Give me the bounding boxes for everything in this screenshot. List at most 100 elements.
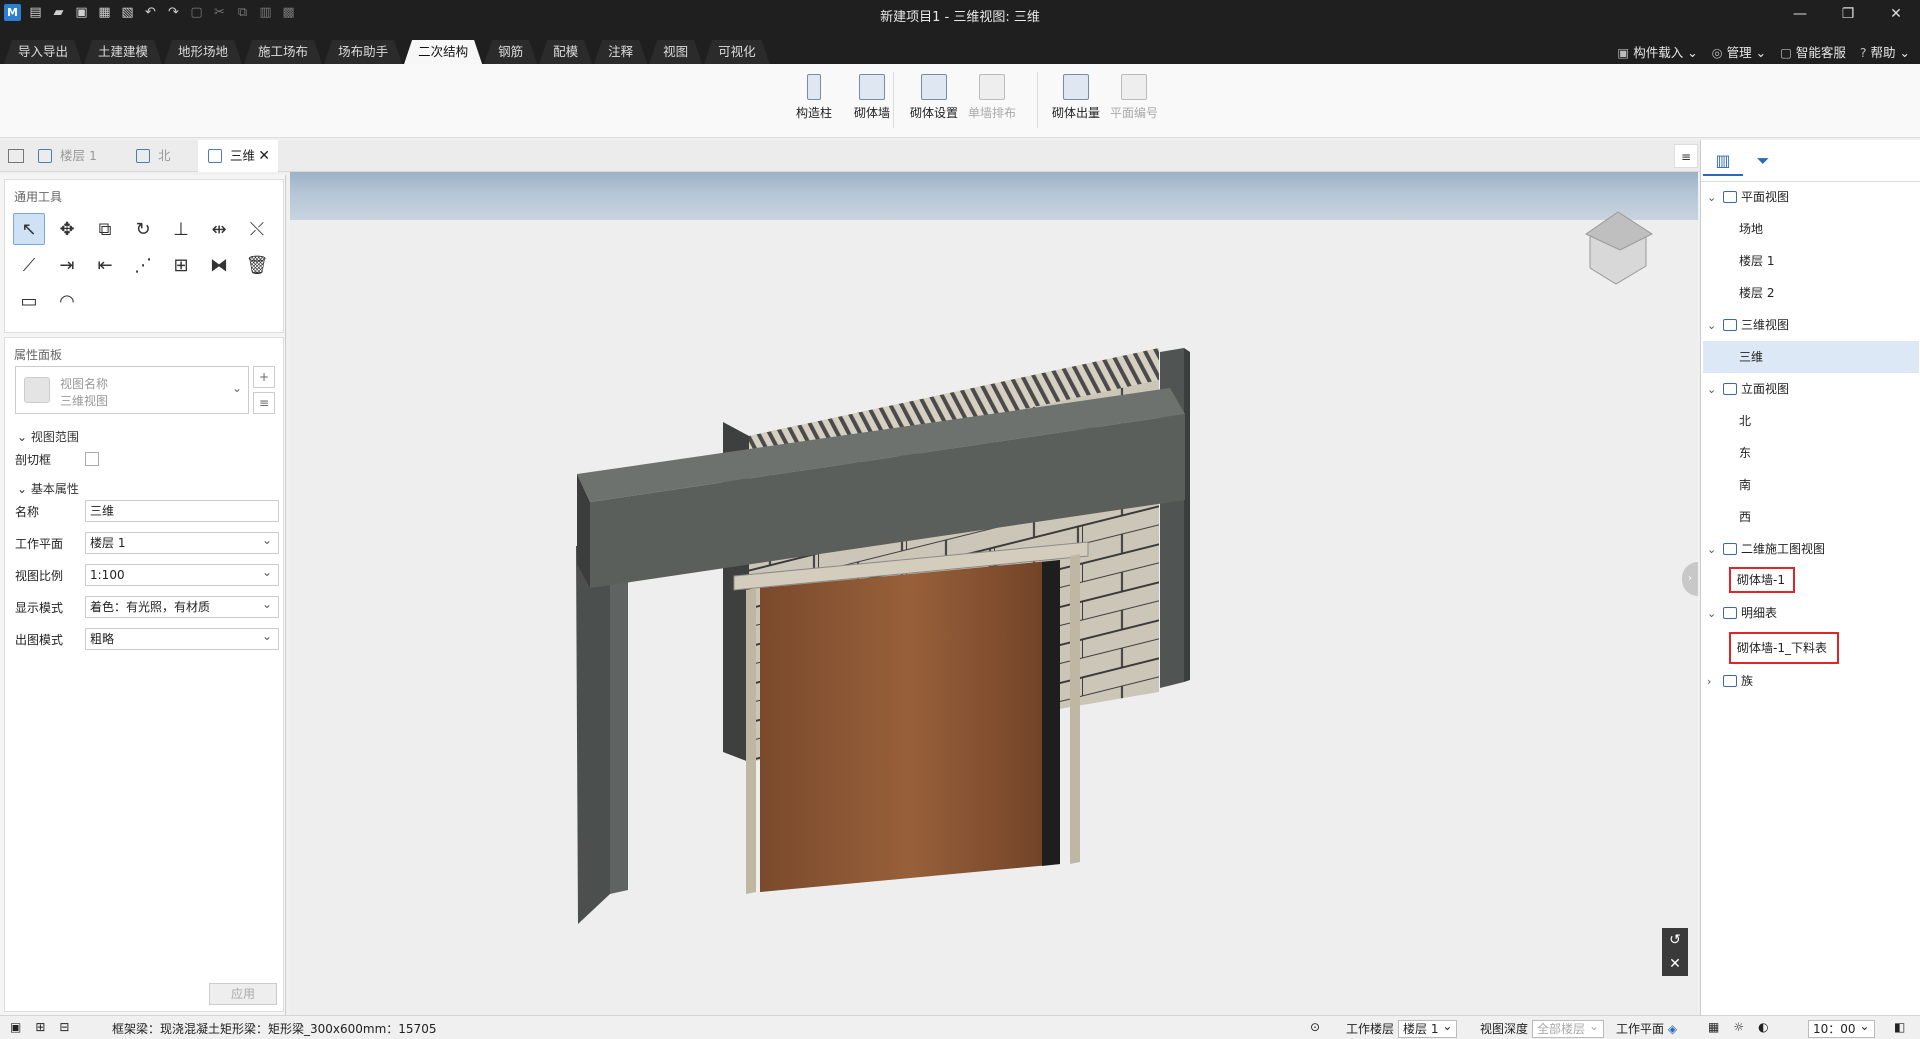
tree-families[interactable]: › 族 bbox=[1707, 668, 1753, 694]
plan-numbering-button[interactable]: 平面编号 bbox=[1110, 74, 1158, 121]
restore-panel-icon[interactable] bbox=[8, 149, 24, 163]
tab-layout-assistant[interactable]: 场布助手 bbox=[324, 40, 402, 64]
tree-item-floor1[interactable]: 楼层 1 bbox=[1739, 248, 1774, 274]
single-wall-layout-button[interactable]: 单墙排布 bbox=[968, 74, 1016, 121]
export-icon[interactable]: ▧ bbox=[119, 4, 136, 21]
tree-item-south[interactable]: 南 bbox=[1739, 472, 1751, 498]
output-mode-select[interactable]: 粗略 bbox=[85, 626, 279, 650]
split-icon[interactable]: ⇹ bbox=[203, 213, 235, 245]
group-basic-properties[interactable]: ⌄ 基本属性 bbox=[17, 480, 79, 497]
cut-icon[interactable]: ✂ bbox=[211, 4, 228, 21]
tab-secondary-structure[interactable]: 二次结构 bbox=[404, 40, 482, 64]
name-field[interactable]: 三维 bbox=[85, 500, 279, 522]
service-menu[interactable]: ▢ 智能客服 bbox=[1780, 42, 1846, 61]
rotate-icon[interactable]: ↻ bbox=[127, 213, 159, 245]
group-view-range[interactable]: ⌄ 视图范围 bbox=[17, 428, 79, 445]
masonry-settings-button[interactable]: 砌体设置 bbox=[910, 74, 958, 121]
tree-item-cutting-list[interactable]: 砌体墙-1_下料表 bbox=[1729, 632, 1839, 664]
masonry-quantity-button[interactable]: 砌体出量 bbox=[1052, 74, 1100, 121]
display-mode-select[interactable]: 着色：有光照，有材质 bbox=[85, 594, 279, 618]
time-select[interactable]: 10：00 bbox=[1808, 1018, 1875, 1038]
add-view-button[interactable]: + bbox=[253, 366, 275, 388]
tab-list-menu-icon[interactable]: ≡ bbox=[1674, 144, 1698, 168]
tab-import-export[interactable]: 导入导出 bbox=[4, 40, 82, 64]
tree-schedules[interactable]: ⌄ 明细表 bbox=[1707, 600, 1777, 626]
tree-item-west[interactable]: 西 bbox=[1739, 504, 1751, 530]
array-icon[interactable]: ⋰ bbox=[127, 249, 159, 281]
redo-icon[interactable]: ↷ bbox=[165, 4, 182, 21]
open-folder-icon[interactable]: ▰ bbox=[50, 4, 67, 21]
tree-elevation-views[interactable]: ⌄ 立面视图 bbox=[1707, 376, 1789, 402]
close-view-tools-icon[interactable]: ✕ bbox=[1662, 952, 1688, 976]
tree-plan-views[interactable]: ⌄ 平面视图 bbox=[1707, 184, 1789, 210]
paste-icon[interactable]: ▥ bbox=[257, 4, 274, 21]
view-settings-button[interactable]: ≡ bbox=[253, 392, 275, 414]
wall-model[interactable] bbox=[290, 172, 1698, 1015]
break-icon[interactable]: ⇤ bbox=[89, 249, 121, 281]
zoom-fit-icon[interactable]: ⊙ bbox=[1310, 1020, 1320, 1034]
doc-tab-north[interactable]: 北 bbox=[126, 140, 196, 172]
tree-item-north[interactable]: 北 bbox=[1739, 408, 1751, 434]
work-floor-select[interactable]: 楼层 1 bbox=[1398, 1018, 1458, 1038]
tree-3d-views[interactable]: ⌄ 三维视图 bbox=[1707, 312, 1789, 338]
close-button[interactable]: ✕ bbox=[1872, 0, 1920, 28]
tree-item-site[interactable]: 场地 bbox=[1739, 216, 1763, 242]
copy-icon[interactable]: ⧉ bbox=[234, 4, 251, 21]
minimize-button[interactable]: — bbox=[1776, 0, 1824, 28]
view-scale-select[interactable]: 1:100 bbox=[85, 562, 279, 586]
offset-icon[interactable]: ⟋ bbox=[13, 249, 45, 281]
help-menu[interactable]: ? 帮助 ⌄ bbox=[1860, 42, 1910, 61]
extend-icon[interactable]: ⇥ bbox=[51, 249, 83, 281]
doc-tab-floor1[interactable]: 楼层 1 bbox=[28, 140, 124, 172]
align-icon[interactable]: ⊥ bbox=[165, 213, 197, 245]
tree-item-floor2[interactable]: 楼层 2 bbox=[1739, 280, 1774, 306]
select-icon[interactable]: ▢ bbox=[188, 4, 205, 21]
manage-menu[interactable]: ◎ 管理 ⌄ bbox=[1712, 42, 1766, 61]
layout-grid-icon[interactable]: ⊞ bbox=[35, 1020, 45, 1034]
save-icon[interactable]: ▣ bbox=[73, 4, 90, 21]
select-arrow-icon[interactable]: ↖ bbox=[13, 213, 45, 245]
save-as-icon[interactable]: ▦ bbox=[96, 4, 113, 21]
project-browser-tab-icon[interactable]: ▥ bbox=[1703, 146, 1743, 176]
shadow-icon[interactable]: ◐ bbox=[1758, 1020, 1768, 1034]
close-tab-icon[interactable]: ✕ bbox=[258, 140, 270, 172]
delete-icon[interactable]: 🗑 bbox=[241, 249, 273, 281]
section-box-checkbox[interactable] bbox=[85, 452, 99, 466]
sun-icon[interactable]: ☼ bbox=[1733, 1020, 1744, 1034]
measure-angle-icon[interactable]: ◠ bbox=[51, 285, 83, 317]
filter-icon[interactable]: ⏷ bbox=[1743, 146, 1783, 176]
3d-box-icon[interactable]: ◧ bbox=[1894, 1020, 1905, 1034]
work-plane-select[interactable]: 楼层 1 bbox=[85, 530, 279, 554]
tree-2d-construction-views[interactable]: ⌄ 二维施工图视图 bbox=[1707, 536, 1825, 562]
table-icon[interactable]: ▦ bbox=[1708, 1020, 1719, 1034]
constructional-column-button[interactable]: 构造柱 bbox=[790, 74, 838, 121]
tab-formwork[interactable]: 配模 bbox=[539, 40, 592, 64]
tab-terrain-site[interactable]: 地形场地 bbox=[164, 40, 242, 64]
component-load-menu[interactable]: ▣ 构件载入 ⌄ bbox=[1617, 42, 1697, 61]
layout-tile-icon[interactable]: ⊟ bbox=[59, 1020, 69, 1034]
tree-item-3d[interactable]: 三维 bbox=[1703, 341, 1919, 373]
view-depth-select[interactable]: 全部楼层 bbox=[1532, 1018, 1605, 1038]
doc-tab-3d[interactable]: 三维 ✕ bbox=[198, 140, 278, 172]
view-type-selector[interactable]: 视图名称 三维视图 ⌄ bbox=[15, 366, 249, 414]
masonry-wall-button[interactable]: 砌体墙 bbox=[848, 74, 896, 121]
tab-rebar[interactable]: 钢筋 bbox=[484, 40, 537, 64]
new-file-icon[interactable]: ▤ bbox=[27, 4, 44, 21]
apply-button[interactable]: 应用 bbox=[209, 983, 277, 1005]
work-plane-icon[interactable]: ◈ bbox=[1668, 1022, 1677, 1036]
tab-view[interactable]: 视图 bbox=[649, 40, 702, 64]
trim-icon[interactable]: ⤬ bbox=[241, 213, 273, 245]
undo-icon[interactable]: ↶ bbox=[142, 4, 159, 21]
measure-icon[interactable]: ▭ bbox=[13, 285, 45, 317]
tree-item-east[interactable]: 东 bbox=[1739, 440, 1751, 466]
3d-viewport[interactable]: › ↺ ✕ bbox=[290, 172, 1698, 1015]
move-icon[interactable]: ✥ bbox=[51, 213, 83, 245]
view-reset-icon[interactable]: ↺ bbox=[1662, 928, 1688, 952]
tab-visualization[interactable]: 可视化 bbox=[704, 40, 770, 64]
tree-item-masonry-wall-drawing[interactable]: 砌体墙-1 bbox=[1729, 567, 1795, 593]
tab-civil-modeling[interactable]: 土建建模 bbox=[84, 40, 162, 64]
tab-site-layout[interactable]: 施工场布 bbox=[244, 40, 322, 64]
copy-icon[interactable]: ⧉ bbox=[89, 213, 121, 245]
mirror-icon[interactable]: ⧓ bbox=[203, 249, 235, 281]
group-icon[interactable]: ⊞ bbox=[165, 249, 197, 281]
